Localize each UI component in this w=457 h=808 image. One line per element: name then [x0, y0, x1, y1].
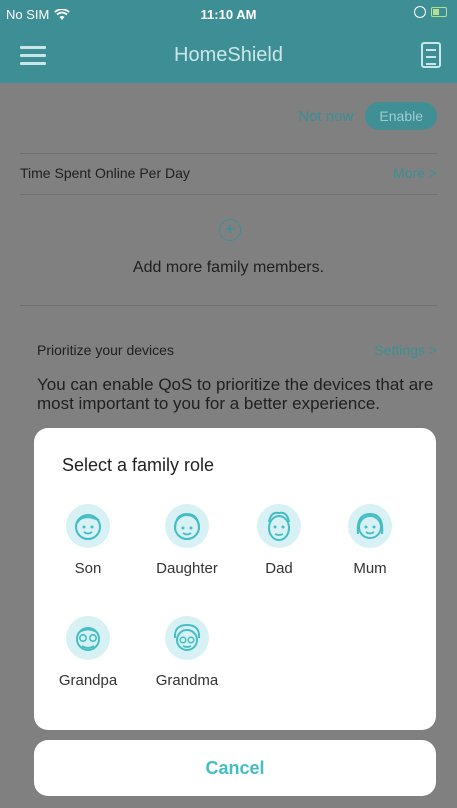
role-label: Son — [74, 560, 102, 577]
role-label: Daughter — [156, 560, 218, 577]
app-title: HomeShield — [174, 44, 283, 66]
mum-face-icon — [348, 504, 392, 548]
settings-link[interactable]: Settings > — [374, 342, 437, 358]
rotation-lock-icon — [414, 6, 426, 18]
daughter-face-icon — [165, 504, 209, 548]
role-dad[interactable]: Dad — [237, 504, 321, 577]
role-daughter[interactable]: Daughter — [145, 504, 229, 577]
add-members-label[interactable]: Add more family members. — [0, 259, 457, 277]
cancel-button[interactable]: Cancel — [34, 740, 436, 796]
time-online-row[interactable]: Time Spent Online Per Day More > — [20, 165, 437, 181]
not-now-link[interactable]: Not now — [298, 108, 353, 125]
role-grandma[interactable]: Grandma — [145, 616, 229, 689]
divider — [20, 194, 437, 195]
battery-icon — [431, 7, 447, 17]
app-header: HomeShield — [0, 28, 457, 83]
role-label: Dad — [265, 560, 293, 577]
sheet-title: Select a family role — [62, 455, 215, 475]
son-face-icon — [66, 504, 110, 548]
more-link[interactable]: More > — [393, 165, 437, 181]
add-member-icon[interactable]: + — [219, 219, 241, 241]
role-label: Grandpa — [58, 672, 118, 689]
prioritize-description: You can enable QoS to prioritize the dev… — [37, 375, 434, 413]
dad-face-icon — [257, 504, 301, 548]
divider — [20, 305, 437, 306]
divider — [20, 153, 437, 154]
enable-button[interactable]: Enable — [365, 102, 437, 130]
role-mum[interactable]: Mum — [328, 504, 412, 577]
role-label: Grandma — [155, 672, 219, 689]
grandpa-face-icon — [66, 616, 110, 660]
prioritize-title: Prioritize your devices — [37, 342, 174, 358]
status-bar: No SIM 11:10 AM — [0, 0, 457, 28]
role-label: Mum — [353, 560, 387, 577]
family-role-sheet: Select a family role Son Daughter Dad Mu… — [34, 428, 436, 730]
cancel-label: Cancel — [205, 758, 265, 778]
time-online-label: Time Spent Online Per Day — [20, 165, 190, 181]
status-time: 11:10 AM — [200, 7, 257, 22]
grandma-face-icon — [165, 616, 209, 660]
report-icon[interactable] — [421, 42, 441, 68]
role-grandpa[interactable]: Grandpa — [46, 616, 130, 689]
role-son[interactable]: Son — [46, 504, 130, 577]
